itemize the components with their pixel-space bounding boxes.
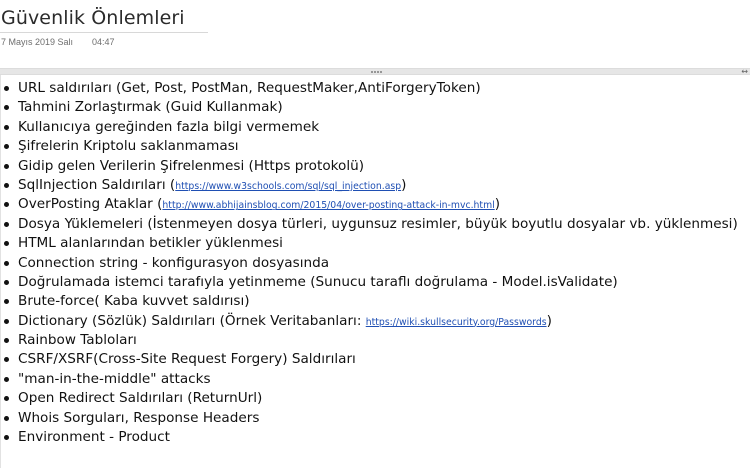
list-item-text: Brute-force( Kaba kuvvet saldırısı) (18, 293, 250, 310)
bullet-icon (4, 260, 9, 266)
bullet-icon (4, 318, 9, 324)
list-item[interactable]: Dosya Yüklemeleri (İstenmeyen dosya türl… (4, 215, 744, 234)
bullet-icon (4, 221, 9, 227)
list-item-text: URL saldırıları (Get, Post, PostMan, Req… (18, 80, 481, 96)
list-item[interactable]: Tahmini Zorlaştırmak (Guid Kullanmak) (4, 98, 744, 117)
list-item-text: OverPosting Ataklar ( (18, 196, 163, 213)
list-item-text: Şifrelerin Kriptolu saklanmaması (18, 138, 239, 155)
list-item[interactable]: CSRF/XSRF(Cross-Site Request Forgery) Sa… (4, 350, 744, 369)
list-item-text: Connection string - konfigurasyon dosyas… (18, 254, 330, 271)
list-item[interactable]: Dictionary (Sözlük) Saldırıları (Örnek V… (4, 312, 744, 331)
list-item-text: CSRF/XSRF(Cross-Site Request Forgery) Sa… (18, 351, 356, 368)
list-item[interactable]: Environment - Product (4, 428, 744, 447)
page-date: 7 Mayıs 2019 Salı (1, 37, 74, 47)
bullet-icon (4, 376, 9, 382)
list-item[interactable]: Connection string - konfigurasyon dosyas… (4, 254, 744, 273)
list-item-text: Gidip gelen Verilerin Şifrelenmesi (Http… (18, 157, 365, 174)
list-item[interactable]: OverPosting Ataklar (http://www.abhijain… (4, 195, 744, 214)
page-title[interactable]: Güvenlik Önlemleri (1, 7, 185, 29)
list-item-text: Doğrulamada istemci tarafıyla yetinmeme … (18, 273, 618, 290)
list-item[interactable]: Brute-force( Kaba kuvvet saldırısı) (4, 292, 744, 311)
list-item[interactable]: HTML alanlarından betikler yüklenmesi (4, 234, 744, 253)
list-item-text: SqlInjection Saldırıları ( (18, 176, 176, 193)
list-item-text: Tahmini Zorlaştırmak (Guid Kullanmak) (18, 99, 283, 116)
title-underline (0, 32, 208, 33)
bullet-icon (4, 357, 9, 363)
onenote-page: Güvenlik Önlemleri 7 Mayıs 2019 Salı 04:… (0, 0, 750, 468)
list-item-text: "man-in-the-middle" attacks (18, 370, 211, 387)
list-item-text: HTML alanlarından betikler yüklenmesi (18, 235, 283, 252)
list-item-text: Rainbow Tabloları (18, 332, 137, 349)
overposting-link[interactable]: http://www.abhijainsblog.com/2015/04/ove… (162, 200, 494, 211)
sql-injection-link[interactable]: https://www.w3schools.com/sql/sql_inject… (175, 181, 401, 192)
security-list: URL saldırıları (Get, Post, PostMan, Req… (4, 79, 744, 447)
bullet-icon (4, 124, 9, 130)
bullet-icon (4, 241, 9, 247)
note-container-bar[interactable]: ↔ (0, 68, 750, 76)
bullet-icon (4, 396, 9, 402)
list-item-text: Whois Sorguları, Response Headers (18, 409, 260, 426)
bullet-icon (4, 163, 9, 169)
list-item[interactable]: Şifrelerin Kriptolu saklanmaması (4, 137, 744, 156)
container-border (0, 75, 1, 468)
list-item-text: Dosya Yüklemeleri (İstenmeyen dosya türl… (18, 215, 738, 232)
bullet-icon (4, 182, 9, 188)
list-item[interactable]: URL saldırıları (Get, Post, PostMan, Req… (4, 79, 744, 98)
drag-handle-icon[interactable] (371, 71, 383, 73)
list-item-text: Dictionary (Sözlük) Saldırıları (Örnek V… (18, 312, 366, 329)
bullet-icon (4, 279, 9, 285)
list-item[interactable]: "man-in-the-middle" attacks (4, 370, 744, 389)
list-item-text: Open Redirect Saldırıları (ReturnUrl) (18, 390, 263, 407)
bullet-icon (4, 202, 9, 208)
list-item[interactable]: Kullanıcıya gereğinden fazla bilgi verme… (4, 118, 744, 137)
list-item[interactable]: Open Redirect Saldırıları (ReturnUrl) (4, 389, 744, 408)
bullet-icon (4, 86, 9, 91)
page-header: Güvenlik Önlemleri 7 Mayıs 2019 Salı 04:… (0, 0, 260, 60)
page-time: 04:47 (92, 37, 115, 47)
bullet-icon (4, 415, 9, 421)
bullet-icon (4, 105, 9, 111)
list-item[interactable]: SqlInjection Saldırıları (https://www.w3… (4, 176, 744, 195)
bullet-icon (4, 338, 9, 344)
list-item-text: Environment - Product (18, 429, 170, 446)
list-item-text: Kullanıcıya gereğinden fazla bilgi verme… (18, 118, 320, 135)
bullet-icon (4, 144, 9, 150)
list-item-text-close: ) (494, 196, 501, 213)
list-item[interactable]: Gidip gelen Verilerin Şifrelenmesi (Http… (4, 157, 744, 176)
bullet-icon (4, 299, 9, 305)
list-item[interactable]: Rainbow Tabloları (4, 331, 744, 350)
list-item-text-close: ) (401, 176, 407, 193)
bullet-icon (4, 435, 9, 441)
resize-arrow-icon[interactable]: ↔ (741, 68, 748, 76)
list-item[interactable]: Whois Sorguları, Response Headers (4, 409, 744, 428)
skullsecurity-passwords-link[interactable]: https://wiki.skullsecurity.org/Passwords (366, 317, 547, 328)
list-item-text-close: ) (546, 312, 552, 329)
list-item[interactable]: Doğrulamada istemci tarafıyla yetinmeme … (4, 273, 744, 292)
